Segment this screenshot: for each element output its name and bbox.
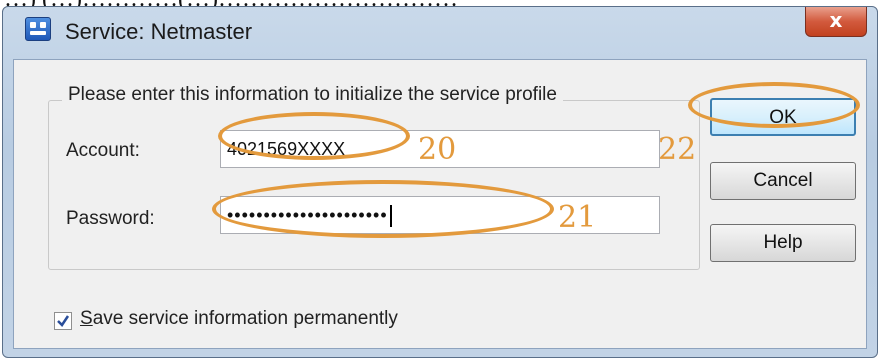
ok-annotation-ring xyxy=(688,82,860,128)
close-button[interactable]: x xyxy=(805,7,867,37)
password-label: Password: xyxy=(66,208,155,229)
account-label: Account: xyxy=(66,140,140,161)
ok-annotation-number: 22 xyxy=(658,132,697,167)
window-title: Service: Netmaster xyxy=(65,19,253,44)
help-button[interactable]: Help xyxy=(710,224,856,262)
checkbox-check-icon xyxy=(57,315,70,327)
group-label: Please enter this information to initial… xyxy=(62,84,563,106)
password-annotation-number: 21 xyxy=(558,200,597,235)
cancel-button[interactable]: Cancel xyxy=(710,162,856,200)
save-info-label[interactable]: Save service information permanently xyxy=(80,308,398,330)
titlebar: Service: Netmaster x xyxy=(3,7,877,59)
close-icon: x xyxy=(829,8,843,32)
password-annotation-ring xyxy=(212,180,554,238)
account-annotation-number: 20 xyxy=(418,132,457,167)
app-icon xyxy=(25,17,51,41)
account-annotation-ring xyxy=(218,112,410,160)
save-info-checkbox[interactable] xyxy=(54,312,72,330)
